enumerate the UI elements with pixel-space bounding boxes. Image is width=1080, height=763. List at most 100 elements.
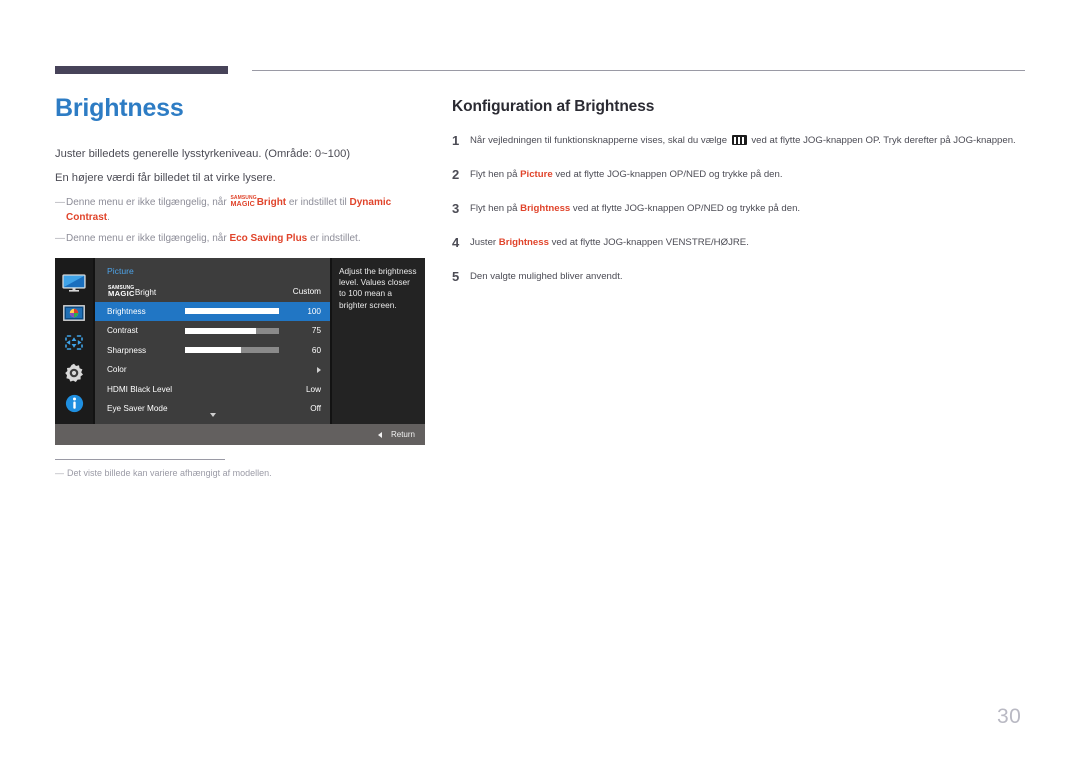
osd-row-value: 75: [311, 326, 321, 336]
contrast-slider[interactable]: [185, 327, 279, 334]
step-item: 3 Flyt hen på Brightness ved at flytte J…: [452, 201, 1027, 218]
note-text: Denne menu er ikke tilgængelig, når SAMS…: [66, 195, 430, 225]
osd-row-sharpness[interactable]: Sharpness 60: [95, 341, 330, 361]
note-dash: ―: [55, 197, 65, 209]
note-keyword: Eco Saving Plus: [229, 233, 308, 245]
step-text-part2: ved at flytte JOG-knappen VENSTRE/HØJRE.: [548, 236, 749, 248]
osd-menu-list: SAMSUNG MAGIC Bright Custom Brightness 100…: [95, 282, 330, 419]
brightness-slider[interactable]: [185, 308, 279, 315]
osd-menu-screenshot: Picture SAMSUNG MAGIC Bright Custom Bright…: [55, 258, 425, 445]
footnote: ― Det viste billede kan variere afhængig…: [55, 468, 455, 478]
osd-bottom-bar: Return: [55, 424, 425, 445]
osd-row-label: Color: [107, 365, 127, 375]
note-text: Denne menu er ikke tilgængelig, når Eco …: [66, 231, 430, 246]
osd-row-label: Sharpness: [107, 345, 147, 355]
osd-row-brightness[interactable]: Brightness 100: [95, 301, 330, 321]
slider-fill: [185, 327, 256, 334]
osd-row-contrast[interactable]: Contrast 75: [95, 321, 330, 341]
step-text-part2: ved at flytte JOG-knappen OP/NED og tryk…: [552, 168, 783, 180]
step-text: Den valgte mulighed bliver anvendt.: [470, 269, 1027, 286]
note-logo-suffix: Bright: [256, 197, 287, 209]
step-text: Flyt hen på Picture ved at flytte JOG-kn…: [470, 167, 1027, 184]
step-item: 2 Flyt hen på Picture ved at flytte JOG-…: [452, 167, 1027, 184]
osd-picture-panel: Picture SAMSUNG MAGIC Bright Custom Bright…: [95, 258, 330, 424]
logo-line-magic: MAGIC: [230, 199, 255, 209]
osd-row-magicbright[interactable]: SAMSUNG MAGIC Bright Custom: [95, 282, 330, 302]
move-arrows-icon: [61, 333, 87, 352]
slider-fill: [185, 308, 279, 315]
osd-row-control[interactable]: [138, 327, 289, 334]
note-item: ― Denne menu er ikke tilgængelig, når SA…: [55, 195, 430, 225]
osd-row-control[interactable]: [146, 347, 289, 354]
osd-row-label: Brightness: [107, 306, 146, 316]
step-text-part1: Den valgte mulighed bliver anvendt.: [470, 270, 623, 282]
arrow-left-icon[interactable]: [377, 431, 382, 438]
info-icon: [61, 394, 87, 413]
samsung-magic-logo: SAMSUNG MAGIC: [108, 285, 135, 298]
footnote-text: Det viste billede kan variere afhængigt …: [67, 468, 272, 478]
logo-line-magic: MAGIC: [108, 288, 135, 298]
osd-row-value: 100: [307, 306, 321, 316]
step-number: 4: [452, 234, 460, 250]
step-keyword: Picture: [520, 168, 553, 180]
step-keyword: Brightness: [498, 236, 549, 248]
osd-row-label: SAMSUNG MAGIC Bright: [107, 285, 157, 298]
note-item: ― Denne menu er ikke tilgængelig, når Ec…: [55, 231, 430, 246]
step-item: 1 Når vejledningen til funktionsknappern…: [452, 133, 1027, 150]
note-prefix: Denne menu er ikke tilgængelig, når: [66, 233, 230, 245]
page-number: 30: [997, 705, 1022, 728]
step-text-part1: Juster: [470, 236, 499, 248]
footnote-dash: ―: [55, 468, 64, 478]
sharpness-slider[interactable]: [185, 347, 279, 354]
intro-line-2: En højere værdi får billedet til at virk…: [55, 172, 276, 185]
note-suffix: er indstillet.: [307, 233, 361, 245]
osd-row-value: 60: [311, 345, 321, 355]
osd-row-value: Off: [310, 404, 321, 414]
step-text-part1: Flyt hen på: [470, 202, 521, 214]
chevron-down-icon[interactable]: [210, 413, 216, 417]
section-title: Konfiguration af Brightness: [452, 98, 655, 115]
osd-row-label: Contrast: [107, 326, 138, 336]
slider-fill: [185, 347, 242, 354]
gear-icon: [61, 363, 87, 383]
step-text-part1: Når vejledningen til funktionsknapperne …: [470, 135, 730, 146]
intro-line-1: Juster billedets generelle lysstyrkenive…: [55, 148, 351, 160]
osd-row-value: Low: [305, 384, 321, 394]
step-number: 5: [452, 268, 460, 284]
menu-bars-icon: [731, 135, 747, 145]
picture-icon: [61, 304, 87, 323]
footnote-rule: [55, 459, 225, 460]
step-number: 1: [452, 133, 460, 148]
osd-row-value: [289, 366, 321, 373]
note-prefix: Denne menu er ikke tilgængelig, når: [66, 197, 230, 209]
left-column: Brightness Juster billedets generelle ly…: [55, 96, 430, 250]
osd-row-label: HDMI Black Level: [107, 384, 173, 394]
step-item: 5 Den valgte mulighed bliver anvendt.: [452, 269, 1027, 286]
osd-row-label-text: Bright: [134, 287, 157, 297]
step-item: 4 Juster Brightness ved at flytte JOG-kn…: [452, 235, 1027, 252]
header-rule-thin: [252, 70, 1025, 71]
osd-row-hdmi-black-level[interactable]: HDMI Black Level Low: [95, 380, 330, 400]
chevron-right-icon: [317, 366, 321, 373]
osd-sidebar: [55, 258, 93, 424]
step-keyword: Brightness: [520, 202, 571, 214]
osd-row-color[interactable]: Color: [95, 360, 330, 380]
step-number: 2: [452, 166, 460, 182]
osd-row-control[interactable]: [146, 308, 289, 315]
osd-row-value: Custom: [292, 287, 321, 297]
step-number: 3: [452, 200, 460, 216]
note-dash: ―: [55, 233, 65, 245]
step-text: Juster Brightness ved at flytte JOG-knap…: [470, 235, 1027, 252]
osd-help-text: Adjust the brightness level. Values clos…: [332, 258, 425, 424]
step-text-part2: ved at flytte JOG-knappen OP. Tryk deref…: [748, 135, 1016, 146]
osd-row-label: Eye Saver Mode: [107, 404, 168, 414]
step-text-part2: ved at flytte JOG-knappen OP/NED og tryk…: [570, 202, 801, 214]
osd-return-label[interactable]: Return: [391, 430, 415, 439]
note-middle: er indstillet til: [286, 197, 350, 209]
osd-panel-title: Picture: [107, 266, 134, 276]
samsung-magic-logo: SAMSUNG MAGIC: [230, 196, 256, 209]
right-column: Konfiguration af Brightness 1 Når vejled…: [452, 98, 1027, 302]
step-text: Flyt hen på Brightness ved at flytte JOG…: [470, 201, 1027, 218]
header-rule-thick: [55, 66, 228, 74]
page-title: Brightness: [55, 94, 184, 122]
